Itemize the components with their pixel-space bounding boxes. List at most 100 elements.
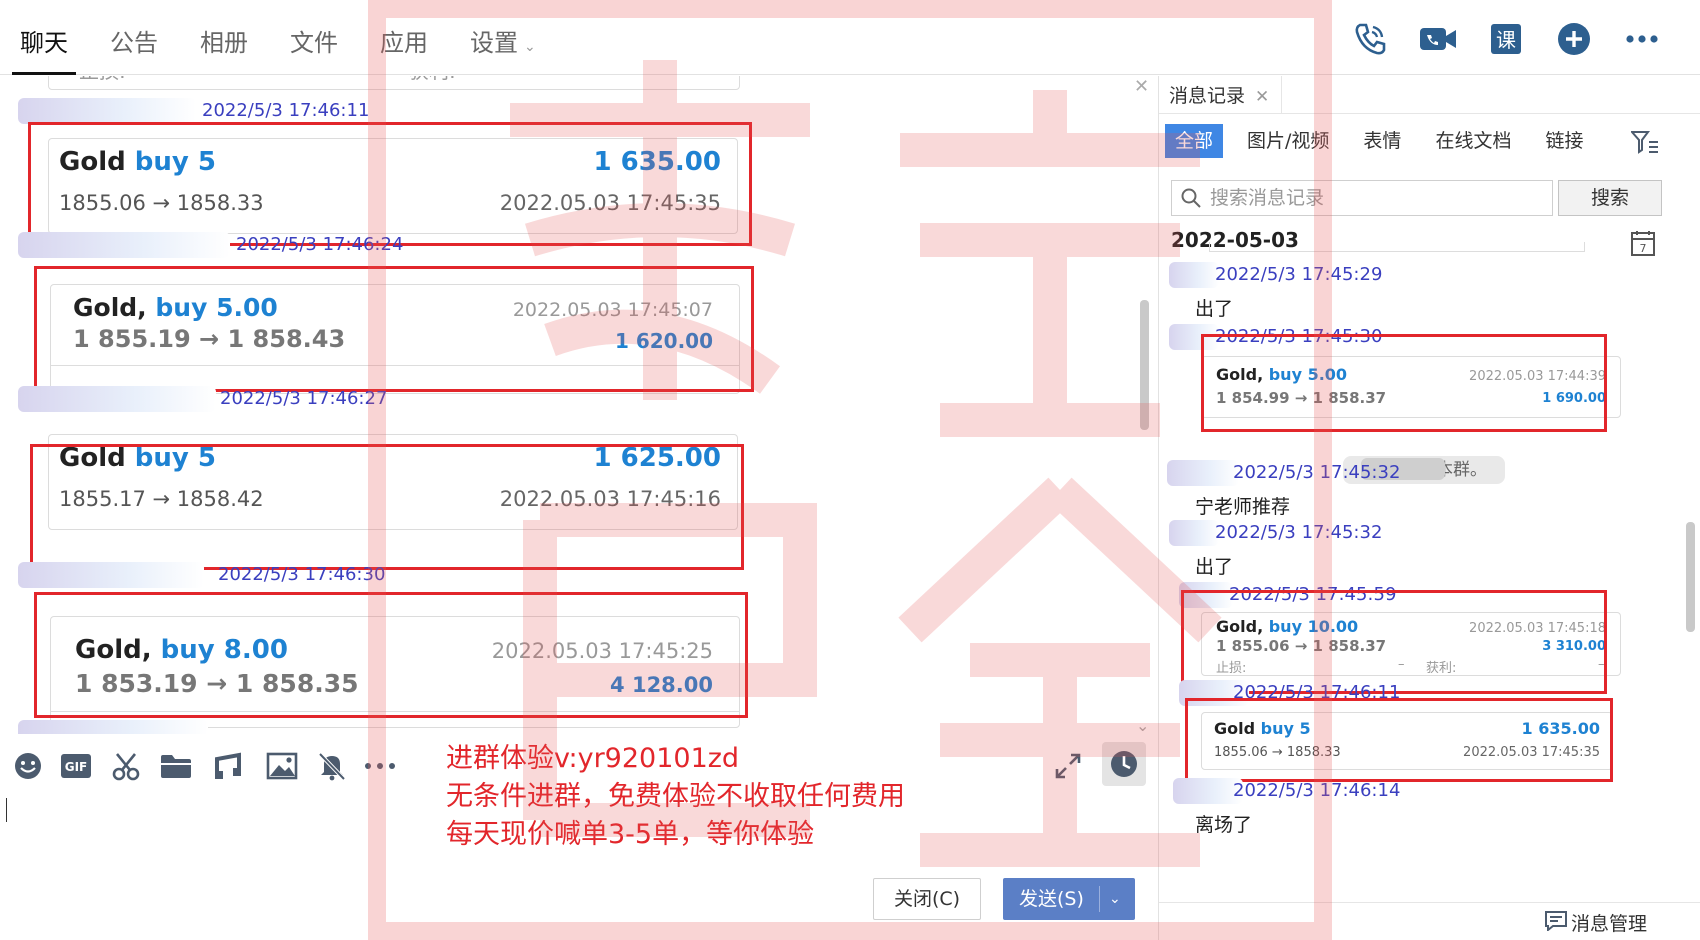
stop-loss-label: 止损: <box>79 76 126 84</box>
history-timestamp: 2022/5/3 17:46:14 <box>1233 780 1401 801</box>
course-icon-label: 课 <box>1496 28 1516 52</box>
tab-settings-label: 设置 <box>470 29 518 57</box>
trade-card[interactable]: Gold buy 5 1 635.00 1855.06 → 1858.33 20… <box>48 138 738 234</box>
trade-action: buy 5 <box>1260 719 1311 738</box>
more-icon[interactable] <box>1608 18 1676 60</box>
filter-links[interactable]: 链接 <box>1535 124 1593 158</box>
gif-icon-label: GIF <box>65 760 88 774</box>
top-actions: 课 <box>1336 18 1676 60</box>
image-icon[interactable] <box>264 748 300 784</box>
filter-stickers[interactable]: 表情 <box>1353 124 1411 158</box>
tab-apps-label: 应用 <box>380 29 428 57</box>
gif-icon[interactable]: GIF <box>58 748 94 784</box>
avatar[interactable] <box>18 232 230 258</box>
avatar[interactable] <box>1167 460 1239 486</box>
trade-price-range: 1 855.19 → 1 858.43 <box>73 325 346 353</box>
send-button-label: 发送(S) <box>1019 888 1084 910</box>
video-call-icon[interactable] <box>1404 18 1472 60</box>
promo-text: 进群体验v:yr920101zd 无条件进群，免费体验不收取任何费用 每天现价喊… <box>446 740 905 854</box>
tab-message-history[interactable]: 消息记录 ✕ <box>1169 76 1283 114</box>
chat-message-list[interactable]: 止损: – 获利: – ✕ 2022/5/3 17:46:11 Gold buy… <box>0 76 1158 734</box>
tab-settings[interactable]: 设置 ⌄ <box>462 0 544 75</box>
trade-symbol: Gold buy 5 <box>1214 719 1311 738</box>
trade-symbol: Gold, buy 5.00 <box>1216 365 1347 384</box>
calendar-icon[interactable]: 7 <box>1631 230 1655 260</box>
history-message: 出了 <box>1195 298 1234 320</box>
main-nav: 聊天 公告 相册 文件 应用 设置 ⌄ <box>12 0 570 75</box>
send-button[interactable]: 发送(S) ⌄ <box>1003 878 1135 920</box>
search-icon <box>1181 188 1201 212</box>
avatar[interactable] <box>18 562 204 588</box>
phone-icon[interactable] <box>1336 18 1404 60</box>
scroll-bottom-icon[interactable]: ⌄ <box>1136 716 1149 734</box>
filter-media[interactable]: 图片/视频 <box>1237 124 1339 158</box>
tab-album-label: 相册 <box>200 29 248 57</box>
expand-icon[interactable] <box>1050 748 1086 784</box>
trade-profit: 1 625.00 <box>593 443 721 473</box>
trade-time: 2022.05.03 17:45:07 <box>512 299 713 321</box>
add-icon[interactable] <box>1540 18 1608 60</box>
trade-symbol: Gold buy 5 <box>59 443 216 473</box>
trade-price-range: 1855.06 → 1858.33 <box>1214 745 1341 760</box>
trade-symbol: Gold, buy 5.00 <box>73 293 278 322</box>
music-icon[interactable] <box>210 748 246 784</box>
history-message: 出了 <box>1195 556 1234 578</box>
chevron-down-icon[interactable]: ⌄ <box>1109 878 1121 920</box>
tab-announcement[interactable]: 公告 <box>102 0 166 75</box>
history-search-input[interactable] <box>1171 180 1553 216</box>
history-clock-icon[interactable] <box>1102 742 1146 786</box>
trade-symbol-text: Gold <box>59 443 126 473</box>
trade-time: 2022.05.03 17:45:25 <box>491 639 713 663</box>
message-timestamp: 2022/5/3 17:46:24 <box>236 234 404 255</box>
calendar-day: 7 <box>1640 242 1647 255</box>
message-history-panel: 消息记录✕ 全部 图片/视频 表情 在线文档 链接 搜索 2022-05-03 … <box>1159 76 1700 940</box>
history-scrollbar[interactable] <box>1686 522 1695 632</box>
tab-album[interactable]: 相册 <box>192 0 256 75</box>
more-icon[interactable] <box>362 748 398 784</box>
take-profit-value: – <box>1598 657 1605 672</box>
avatar[interactable] <box>18 720 208 734</box>
chat-scrollbar[interactable] <box>1140 300 1149 430</box>
mute-icon[interactable] <box>314 748 350 784</box>
trade-card[interactable]: Gold, buy 5.00 2022.05.03 17:44:39 1 854… <box>1201 356 1621 418</box>
tab-chat[interactable]: 聊天 <box>12 0 76 75</box>
close-x-icon[interactable]: ✕ <box>1134 76 1149 97</box>
trade-symbol: Gold buy 5 <box>59 147 216 177</box>
avatar[interactable] <box>18 98 196 124</box>
stop-loss-value: – <box>367 76 377 79</box>
history-tab-title: 消息记录 <box>1169 85 1246 107</box>
tab-apps[interactable]: 应用 <box>372 0 436 75</box>
history-search-button[interactable]: 搜索 <box>1558 180 1662 216</box>
history-timestamp: 2022/5/3 17:45:30 <box>1215 326 1383 347</box>
filter-all[interactable]: 全部 <box>1165 124 1224 158</box>
filter-docs[interactable]: 在线文档 <box>1425 124 1521 158</box>
trade-card[interactable]: Gold, buy 10.00 2022.05.03 17:45:18 1 85… <box>1201 612 1621 676</box>
trade-symbol-text: Gold, <box>75 635 152 665</box>
close-button[interactable]: 关闭(C) <box>873 878 981 920</box>
avatar[interactable] <box>1169 324 1219 350</box>
avatar[interactable] <box>1179 582 1233 608</box>
trade-profit: 3 310.00 <box>1542 639 1606 654</box>
trade-profit: 1 690.00 <box>1542 391 1606 406</box>
trade-card[interactable]: Gold buy 5 1 635.00 1855.06 → 1858.33 20… <box>1201 712 1613 770</box>
filter-settings-icon[interactable] <box>1629 130 1659 158</box>
emoji-icon[interactable] <box>10 748 46 784</box>
course-icon[interactable]: 课 <box>1472 18 1540 60</box>
folder-icon[interactable] <box>158 748 194 784</box>
message-timestamp: 2022/5/3 17:46:11 <box>202 100 370 121</box>
history-filters: 全部 图片/视频 表情 在线文档 链接 <box>1165 124 1607 158</box>
avatar[interactable] <box>1169 262 1219 288</box>
trade-card[interactable]: Gold buy 5 1 625.00 1855.17 → 1858.42 20… <box>48 434 738 530</box>
trade-card[interactable]: Gold, buy 5.00 2022.05.03 17:45:07 1 855… <box>50 284 740 394</box>
scissors-icon[interactable] <box>108 748 144 784</box>
close-icon[interactable]: ✕ <box>1255 87 1269 107</box>
history-timestamp: 2022/5/3 17:45:29 <box>1215 264 1383 285</box>
trade-symbol-text: Gold, <box>1216 617 1264 636</box>
avatar[interactable] <box>18 386 216 412</box>
trade-card[interactable]: Gold, buy 8.00 2022.05.03 17:45:25 1 853… <box>50 616 740 728</box>
tab-files[interactable]: 文件 <box>282 0 346 75</box>
message-manage-button[interactable]: 消息管理 <box>1571 909 1647 936</box>
avatar[interactable] <box>1169 520 1219 546</box>
trade-action: buy 5 <box>134 443 217 473</box>
trade-time: 2022.05.03 17:45:18 <box>1469 621 1606 636</box>
